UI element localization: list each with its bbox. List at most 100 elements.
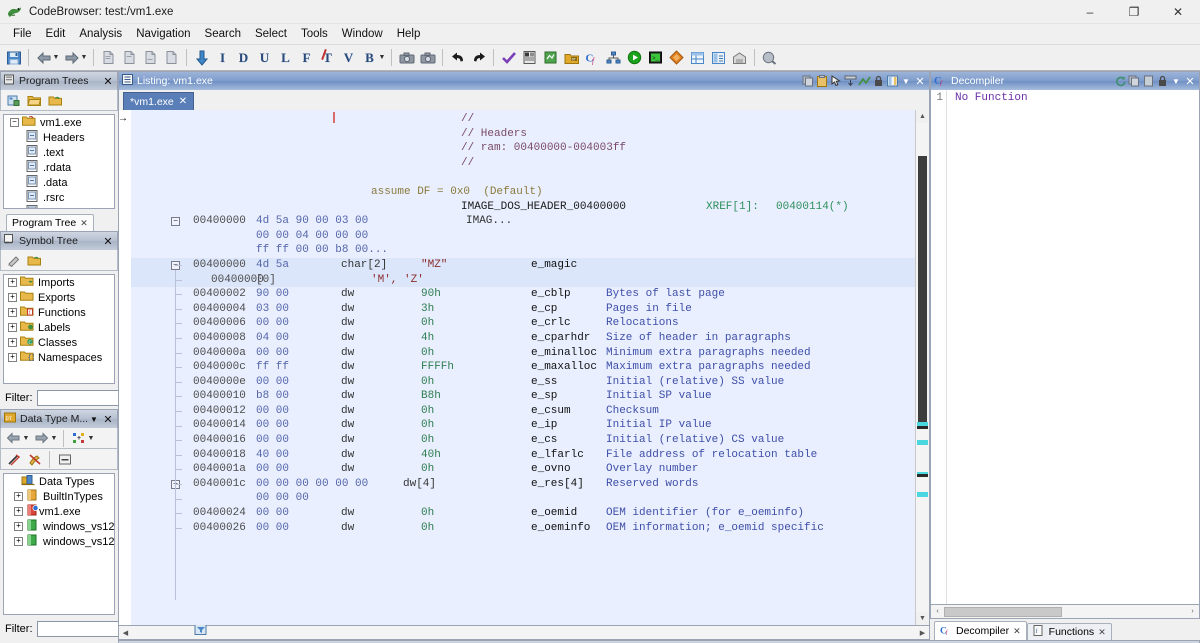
data-types-tree-area[interactable]: Data Types + BuiltInTypes + vm1.exe [3, 473, 115, 615]
node-expander[interactable]: + [14, 507, 23, 516]
listing-line[interactable]: 0040001600 00dw0he_csInitial (relative) … [131, 433, 915, 448]
decompiler-body[interactable]: 1 No Function [930, 90, 1200, 605]
delete-icon[interactable] [24, 449, 45, 470]
scroll-left-arrow-icon[interactable]: ‹ [931, 605, 944, 618]
listing-line[interactable]: 0040002600 00dw0he_oeminfoOEM informatio… [131, 521, 915, 536]
tab-decompiler[interactable]: Cf Decompiler ✕ [934, 621, 1027, 640]
data-icon[interactable]: D [233, 47, 254, 68]
symbol-node-imports[interactable]: + Imports [4, 275, 114, 290]
refresh-icon[interactable] [1113, 74, 1127, 89]
tab-close-icon[interactable]: ✕ [1098, 627, 1106, 638]
collapse-icon[interactable] [45, 90, 66, 111]
dtm-node-windows-vs12-32[interactable]: + windows_vs12_32 [4, 519, 114, 534]
dtm-node-vm1exe[interactable]: + vm1.exe [4, 504, 114, 519]
copy-page-icon[interactable] [98, 47, 119, 68]
open-folder-icon[interactable] [24, 90, 45, 111]
tree-root-vm1[interactable]: − vm1.exe [4, 115, 114, 130]
listing-line[interactable]: 0040001840 00dw40he_lfarlcFile address o… [131, 448, 915, 463]
menu-edit[interactable]: Edit [39, 26, 73, 42]
root-expander[interactable]: − [10, 118, 19, 127]
symbol-tree-close-icon[interactable]: ✕ [101, 234, 115, 249]
script-manager-icon[interactable]: >_ [645, 47, 666, 68]
listing-line[interactable]: −004000004d 5a 90 00 03 00IMAG... [131, 214, 915, 229]
call-tree-icon[interactable] [603, 47, 624, 68]
tab-program-tree[interactable]: Program Tree ✕ [6, 214, 94, 231]
menu-file[interactable]: File [6, 26, 39, 42]
menu-navigation[interactable]: Navigation [129, 26, 197, 42]
listing-line[interactable]: 0040000a00 00dw0he_minallocMinimum extra… [131, 346, 915, 361]
menu-tools[interactable]: Tools [294, 26, 335, 42]
down-arrow-icon[interactable] [191, 47, 212, 68]
symbol-node-exports[interactable]: + Exports [4, 290, 114, 305]
listing-line[interactable]: // [131, 112, 915, 127]
tree-item-data[interactable]: .data [4, 175, 114, 190]
listing-dropdown-icon[interactable]: ▼ [899, 74, 913, 89]
listing-line[interactable]: 0040000403 00dw3he_cpPages in file [131, 302, 915, 317]
menu-search[interactable]: Search [198, 26, 248, 42]
collapse-icon[interactable] [24, 250, 45, 271]
new-tree-icon[interactable] [3, 90, 24, 111]
collapse-all-icon[interactable] [54, 449, 75, 470]
listing-line[interactable]: ff ff 00 00 b8 00... [131, 243, 915, 258]
minimize-button[interactable]: – [1068, 0, 1112, 24]
program-tree-area[interactable]: − vm1.exe Headers .text [3, 114, 115, 209]
dtm-node-windows-vs12-64[interactable]: + windows_vs12_64 [4, 534, 114, 549]
paste-page-icon[interactable] [119, 47, 140, 68]
listing-line[interactable]: 00400000[0]'M', 'Z' [131, 273, 915, 288]
tab-close-icon[interactable]: ✕ [1013, 626, 1021, 637]
decompiler-close-icon[interactable]: ✕ [1183, 74, 1197, 89]
snapshot-icon[interactable] [396, 47, 417, 68]
listing-code-area[interactable]: //// Headers// ram: 00400000-004003ff//a… [131, 110, 915, 625]
listing-line[interactable]: assume DF = 0x0 (Default) [131, 185, 915, 200]
listing-line[interactable]: 00 00 04 00 00 00 [131, 229, 915, 244]
listing-vertical-scrollbar[interactable]: ▲ ▼ [915, 110, 929, 625]
diff-icon[interactable] [666, 47, 687, 68]
listing-line[interactable] [131, 170, 915, 185]
symbol-node-labels[interactable]: + Labels [4, 320, 114, 335]
symbol-node-namespaces[interactable]: + {} Namespaces [4, 350, 114, 365]
program-trees-close-icon[interactable]: ✕ [101, 74, 115, 89]
dtm-root[interactable]: Data Types [4, 474, 114, 489]
node-expander[interactable]: + [8, 308, 17, 317]
cut-icon[interactable] [3, 449, 24, 470]
rename-icon[interactable] [3, 250, 24, 271]
listing-expander[interactable]: − [171, 217, 180, 226]
paste-icon[interactable] [815, 74, 829, 89]
run-icon[interactable] [624, 47, 645, 68]
undo-icon[interactable] [447, 47, 468, 68]
layout-icon[interactable] [885, 74, 899, 89]
listing-line[interactable]: 00400010b8 00dwB8he_spInitial SP value [131, 389, 915, 404]
listing-line[interactable]: // [131, 156, 915, 171]
menu-window[interactable]: Window [335, 26, 390, 42]
lock-icon[interactable] [1155, 74, 1169, 89]
lock-icon[interactable] [871, 74, 885, 89]
decompiler-dropdown-icon[interactable]: ▼ [1169, 74, 1183, 89]
import-page-icon[interactable] [161, 47, 182, 68]
export-icon[interactable] [1141, 74, 1155, 89]
tree-item-headers[interactable]: Headers [4, 130, 114, 145]
label-icon[interactable]: L [275, 47, 296, 68]
analysis-icon[interactable] [540, 47, 561, 68]
listing-line[interactable]: +0040001c00 00 00 00 00 00dw[4]e_res[4]R… [131, 477, 915, 492]
diff-navigate-icon[interactable] [857, 74, 871, 89]
select-cursor-icon[interactable] [829, 74, 843, 89]
node-expander[interactable]: + [8, 338, 17, 347]
listing-line[interactable]: 0040002400 00dw0he_oemidOEM identifier (… [131, 506, 915, 521]
variable-icon[interactable]: V [338, 47, 359, 68]
listing-line[interactable]: 0040001200 00dw0he_csumChecksum [131, 404, 915, 419]
listing-line[interactable]: 0040000804 00dw4he_cparhdrSize of header… [131, 331, 915, 346]
scroll-right-arrow-icon[interactable]: › [1186, 605, 1199, 618]
memory-map-icon[interactable] [519, 47, 540, 68]
listing-scroll-thumb[interactable] [918, 156, 927, 426]
forward-arrow-icon[interactable] [61, 47, 82, 68]
undefine-icon[interactable]: U [254, 47, 275, 68]
listing-horizontal-scrollbar[interactable]: ◀ ▶ [118, 626, 930, 640]
copy-icon[interactable] [801, 74, 815, 89]
toggle-icon[interactable]: T [317, 47, 338, 68]
function-graph-icon[interactable]: Cf [582, 47, 603, 68]
forward-arrow-icon[interactable] [31, 428, 52, 449]
file-tab-vm1exe[interactable]: *vm1.exe ✕ [123, 92, 194, 110]
menu-analysis[interactable]: Analysis [72, 26, 129, 42]
menu-help[interactable]: Help [390, 26, 428, 42]
listing-line[interactable]: 0040001a00 00dw0he_ovnoOverlay number [131, 462, 915, 477]
